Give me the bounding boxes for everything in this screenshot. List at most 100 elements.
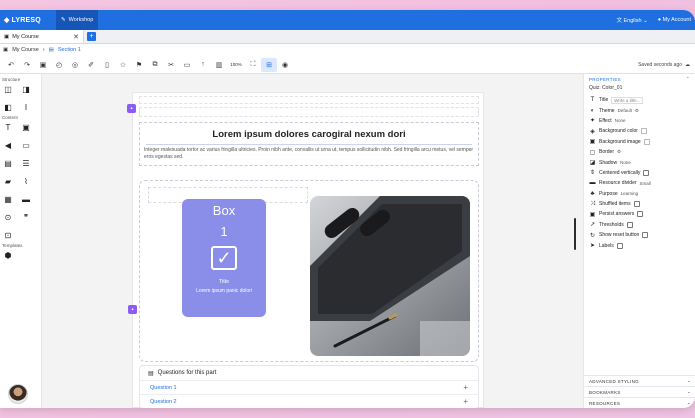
shadow-select[interactable]: None [620,160,631,165]
plus-icon[interactable]: + [463,383,468,392]
undo-icon[interactable]: ↶ [3,58,19,72]
breadcrumb-root[interactable]: My Course [12,47,39,53]
download-icon[interactable]: ⊡ [3,230,13,240]
delete-icon[interactable]: ▥ [211,58,227,72]
prop-shadow: ◪ Shadow None [584,157,695,167]
title-input[interactable]: Write a title... [611,96,644,104]
image-icon[interactable]: ▣ [21,122,31,132]
logo-text: LYRESQ [11,16,41,24]
labels-button[interactable] [616,242,623,249]
templates-label: Templates [2,243,23,248]
table-icon[interactable]: ▦ [3,194,13,204]
location-icon[interactable]: ⊙ [3,212,13,222]
thresholds-button[interactable] [626,221,633,228]
prop-labels-label: Labels [599,242,614,249]
text-line-icon[interactable]: I [21,102,31,112]
box-card[interactable]: Box 1 ✓ Title Lorem ipsum panic dolori [182,199,266,317]
video-icon[interactable]: ▭ [21,140,31,150]
theme-select[interactable]: Default [618,108,632,113]
audio-icon[interactable]: ◀ [3,140,13,150]
tab-my-course[interactable]: ▣ My Course ✕ [0,30,84,43]
effect-select[interactable]: None [615,118,626,123]
properties-header[interactable]: PROPERTIES ⌃ [584,74,695,84]
canvas-scrollbar[interactable] [574,218,576,250]
language-selector[interactable]: 文 English ⌄ [616,16,647,24]
divider-icon: ▬ [589,180,596,187]
chevron-down-icon: ⌄ [686,389,691,394]
copy-icon[interactable]: ⧉ [147,58,163,72]
shuffle-checkbox[interactable] [633,201,640,208]
app-logo[interactable]: ◆ LYRESQ [0,16,56,25]
quote-icon[interactable]: ❞ [21,212,31,222]
list-icon[interactable]: ☰ [21,158,31,168]
bookmarks-section[interactable]: BOOKMARKS ⌄ [584,386,695,397]
redo-icon[interactable]: ↷ [19,58,35,72]
question-row[interactable]: Question 1 + [140,381,478,395]
layout-icon[interactable]: ◨ [21,84,31,94]
purpose-select[interactable]: Learning [621,191,639,196]
clipboard-icon[interactable]: ▭ [179,58,195,72]
resources-section[interactable]: RESOURCES ⌄ [584,397,695,408]
edit-icon[interactable]: ✐ [83,58,99,72]
document-icon: ▣ [4,33,10,40]
page-icon[interactable]: ▯ [99,58,115,72]
bg-color-swatch[interactable] [640,128,647,135]
star-icon[interactable]: ☆ [115,58,131,72]
divider-select[interactable]: Small [640,181,651,186]
question-row[interactable]: Question 2 + [140,395,478,408]
cut-icon[interactable]: ✂ [163,58,179,72]
advanced-styling-section[interactable]: ADVANCED STYLING ⌄ [584,375,695,386]
text-icon[interactable]: T [3,122,13,132]
block-marker-title[interactable]: ▪ [127,104,136,113]
editor-toolbar: ↶ ↷ ▣ ◴ ◎ ✐ ▯ ☆ ⚑ ⧉ ✂ ▭ ↑ ▥ 100% ⛶ ⊞ ◉ S… [0,56,695,74]
template-icon[interactable]: ⬢ [3,250,13,260]
attachment-icon[interactable]: ⌇ [21,176,31,186]
fullscreen-icon[interactable]: ⛶ [245,58,261,72]
section-block-icon[interactable]: ◧ [3,102,13,112]
gallery-icon[interactable]: ▤ [3,158,13,168]
close-icon[interactable]: ✕ [73,33,79,41]
cloud-icon: ☁ [685,61,690,68]
bg-image-swatch[interactable] [643,138,650,145]
gear-icon[interactable]: ⚙ [617,149,621,155]
prop-divider-label: Resource divider [599,180,637,187]
centered-checkbox[interactable] [643,169,650,176]
chevron-down-icon: ⌄ [643,18,648,24]
prop-shuffle-label: Shuffled items [599,201,631,208]
reset-checkbox[interactable] [642,232,649,239]
persist-checkbox[interactable] [637,211,644,218]
breadcrumb-current[interactable]: Section 1 [58,47,81,53]
avatar[interactable] [8,384,28,404]
divider-icon[interactable]: ▬ [21,194,31,204]
workshop-tab[interactable]: ✎ Workshop [56,10,99,30]
laptop-photo[interactable] [310,196,470,356]
border-icon: ▢ [589,149,596,156]
eye-icon[interactable]: ◉ [277,58,293,72]
plus-icon[interactable]: + [463,397,468,406]
block-marker-box[interactable]: ▪ [128,305,137,314]
prop-divider: ▬ Resource divider Small [584,178,695,188]
format-paint-icon[interactable]: ⚑ [131,58,147,72]
section-icon: ▤ [48,47,54,53]
save-icon[interactable]: ▣ [35,58,51,72]
add-tab-button[interactable]: + [87,32,96,41]
arrow-up-icon[interactable]: ↑ [195,58,211,72]
content-block[interactable]: Box 1 ✓ Title Lorem ipsum panic dolori ▪ [128,180,479,362]
history-icon[interactable]: ◴ [51,58,67,72]
gear-icon[interactable]: ⚙ [635,108,639,114]
question-label: Question 2 [150,398,177,405]
title-block[interactable]: Lorem ipsum dolores carogiral nexum dori… [139,122,479,166]
chevron-right-icon: › [42,47,45,53]
account-menu[interactable]: ● My Account [658,17,691,23]
structure-tools: ◫ ◨ ◧ I [0,84,41,112]
bookmarks-label: BOOKMARKS [589,389,621,395]
prop-bg-image-label: Background image [599,138,641,145]
embed-icon[interactable]: ▰ [3,176,13,186]
properties-panel: PROPERTIES ⌃ Quiz: Color_01 T Title Writ… [583,74,695,408]
columns-icon[interactable]: ◫ [3,84,13,94]
zoom-level[interactable]: 100% [227,58,245,72]
grid-icon[interactable]: ⊞ [261,57,277,72]
preview-icon[interactable]: ◎ [67,58,83,72]
advanced-styling-label: ADVANCED STYLING [589,378,639,384]
row-guide-second [139,107,479,117]
